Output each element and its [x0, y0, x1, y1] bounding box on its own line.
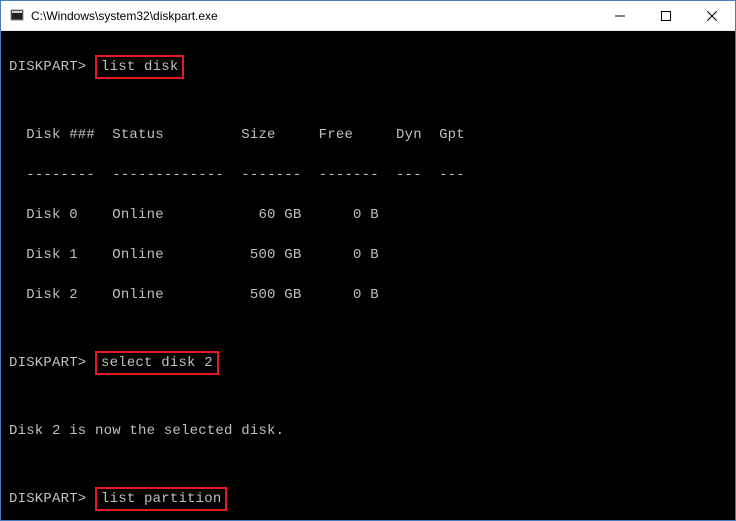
disk-table-header: Disk ### Status Size Free Dyn Gpt — [9, 125, 727, 145]
window-title: C:\Windows\system32\diskpart.exe — [31, 9, 597, 23]
prompt: DISKPART> — [9, 59, 86, 75]
table-row: Disk 0 Online 60 GB 0 B — [9, 205, 727, 225]
table-row: Disk 2 Online 500 GB 0 B — [9, 285, 727, 305]
prompt: DISKPART> — [9, 355, 86, 371]
app-icon — [9, 8, 25, 24]
command-list-partition: list partition — [95, 487, 227, 511]
command-list-disk: list disk — [95, 55, 184, 79]
close-button[interactable] — [689, 1, 735, 31]
diskpart-window: C:\Windows\system32\diskpart.exe DISKPAR… — [0, 0, 736, 521]
table-row: Disk 1 Online 500 GB 0 B — [9, 245, 727, 265]
command-select-disk: select disk 2 — [95, 351, 219, 375]
titlebar: C:\Windows\system32\diskpart.exe — [1, 1, 735, 31]
prompt: DISKPART> — [9, 491, 86, 507]
maximize-button[interactable] — [643, 1, 689, 31]
terminal-output: DISKPART> list disk Disk ### Status Size… — [1, 31, 735, 520]
minimize-button[interactable] — [597, 1, 643, 31]
disk-table-divider: -------- ------------- ------- ------- -… — [9, 165, 727, 185]
message-disk-selected: Disk 2 is now the selected disk. — [9, 421, 727, 441]
